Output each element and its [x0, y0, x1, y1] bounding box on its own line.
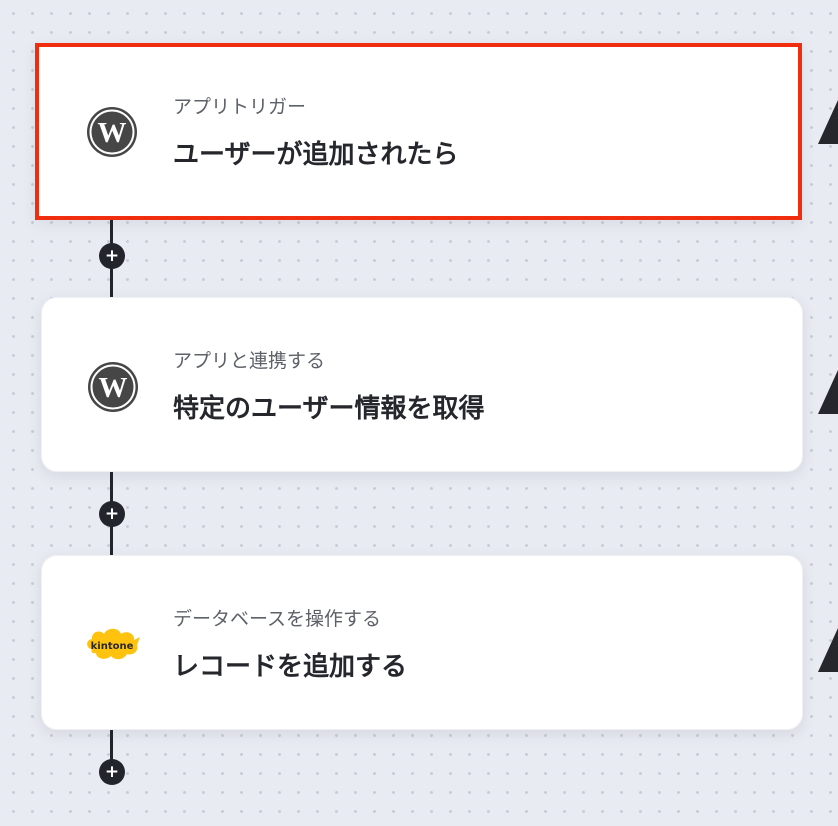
kintone-logo-text: kintone	[91, 641, 134, 652]
wordpress-icon: W	[86, 360, 140, 414]
svg-text:W: W	[98, 117, 127, 149]
step-title: ユーザーが追加されたら	[173, 140, 459, 170]
warning-icon[interactable]	[818, 370, 838, 414]
svg-text:W: W	[99, 372, 128, 404]
wordpress-icon: W	[85, 105, 139, 159]
flow-step-card-add-record[interactable]: kintone データベースを操作する レコードを追加する	[41, 555, 803, 730]
flow-step-card-get-user[interactable]: W アプリと連携する 特定のユーザー情報を取得	[41, 297, 803, 472]
add-step-button[interactable]: +	[99, 501, 125, 527]
step-type-label: データベースを操作する	[173, 608, 382, 630]
step-type-label: アプリと連携する	[173, 350, 326, 372]
warning-icon[interactable]	[818, 628, 838, 672]
kintone-icon: kintone	[82, 618, 144, 672]
step-title: レコードを追加する	[173, 652, 408, 682]
add-step-button[interactable]: +	[99, 759, 125, 785]
step-title: 特定のユーザー情報を取得	[173, 394, 485, 424]
step-type-label: アプリトリガー	[173, 96, 307, 118]
flow-step-card-trigger[interactable]: W アプリトリガー ユーザーが追加されたら	[35, 43, 802, 220]
warning-icon[interactable]	[818, 100, 838, 144]
add-step-button[interactable]: +	[99, 243, 125, 269]
